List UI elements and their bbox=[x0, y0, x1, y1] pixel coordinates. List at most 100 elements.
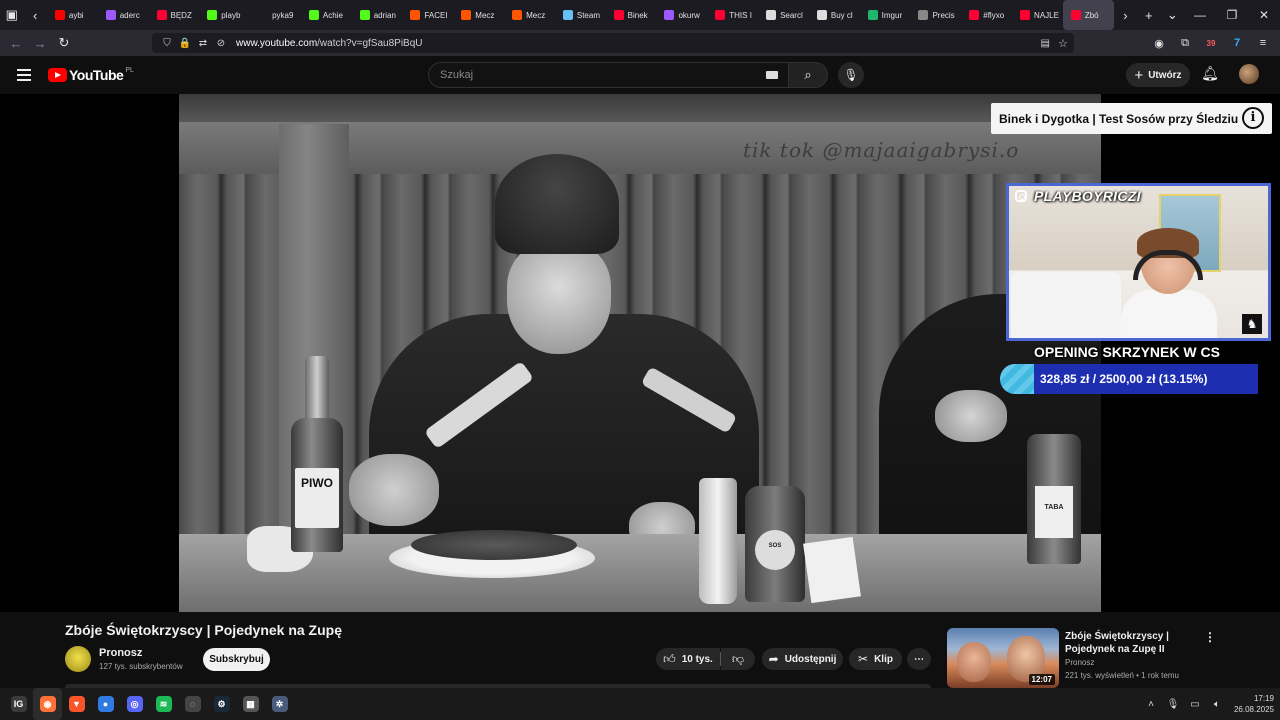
back-icon[interactable]: ← bbox=[4, 31, 28, 55]
minimize-icon[interactable]: — bbox=[1184, 0, 1216, 30]
url-bar[interactable]: ⛉ 🔒 ⇄ ⊘ www.youtube.com/watch?v=gfSau8Pi… bbox=[152, 33, 1074, 53]
tray-volume-icon[interactable]: 🔈︎ bbox=[1206, 699, 1228, 710]
video-meta: Zbóje Świętokrzyscy | Pojedynek na Zupę … bbox=[0, 612, 1280, 688]
video-player[interactable]: tik tok @majaaigabrysi.o PIWO SOS TABA B… bbox=[0, 94, 1280, 612]
browser-tab[interactable]: Zbó bbox=[1062, 0, 1114, 30]
keyboard-icon[interactable] bbox=[766, 71, 778, 79]
tab-label: aderc bbox=[119, 10, 140, 20]
clip-button[interactable]: ✂ Klip bbox=[849, 648, 902, 670]
browser-tab[interactable]: okurw bbox=[656, 0, 707, 30]
lock-icon[interactable]: 🔒 bbox=[176, 38, 194, 49]
tab-overflow-icon[interactable]: ⌄ bbox=[1161, 0, 1184, 30]
channel-name[interactable]: Pronosz bbox=[99, 647, 142, 659]
guide-menu-icon[interactable] bbox=[17, 69, 31, 81]
tb-brave-icon[interactable]: ▼ bbox=[62, 688, 91, 720]
browser-tab[interactable]: Mecz bbox=[453, 0, 504, 30]
browser-tab[interactable]: Steam bbox=[555, 0, 606, 30]
browser-tab[interactable]: Binek bbox=[606, 0, 657, 30]
search-box[interactable] bbox=[428, 62, 789, 88]
tb-steam-icon[interactable]: ⚙ bbox=[207, 688, 236, 720]
browser-tab[interactable]: aybi bbox=[47, 0, 98, 30]
youtube-logo[interactable]: YouTube PL bbox=[48, 67, 134, 83]
browser-tab[interactable]: Buy cl bbox=[809, 0, 860, 30]
share-button[interactable]: ➦ Udostępnij bbox=[762, 648, 843, 670]
tab-favicon-icon bbox=[918, 10, 929, 20]
browser-nav-bar: ← → ↻ ⛉ 🔒 ⇄ ⊘ www.youtube.com/watch?v=gf… bbox=[0, 30, 1280, 56]
tab-label: aybi bbox=[68, 10, 84, 20]
search-button[interactable]: ⌕ bbox=[788, 62, 828, 88]
browser-tab[interactable]: Imgur bbox=[860, 0, 911, 30]
plus-icon: + bbox=[1134, 66, 1144, 84]
info-card-title[interactable]: Binek i Dygotka | Test Sosów przy Śledzi… bbox=[999, 112, 1238, 126]
more-actions-button[interactable]: ⋯ bbox=[907, 648, 931, 670]
browser-tab[interactable]: FACEI bbox=[402, 0, 453, 30]
extension-7tv-icon[interactable]: 7 bbox=[1226, 37, 1248, 49]
tracking-off-icon[interactable]: ⊘ bbox=[212, 38, 230, 49]
browser-tab[interactable]: THIS I bbox=[707, 0, 758, 30]
shield-icon[interactable]: ⛉ bbox=[158, 38, 176, 49]
browser-tab[interactable]: Achie bbox=[301, 0, 352, 30]
tab-favicon-icon bbox=[715, 10, 726, 20]
extensions-icon[interactable]: ⧉ bbox=[1174, 37, 1196, 50]
tray-clock[interactable]: 17:19 26.08.2025 bbox=[1228, 693, 1280, 715]
browser-tab[interactable]: #flyxo bbox=[961, 0, 1012, 30]
info-card-teaser[interactable]: Binek i Dygotka | Test Sosów przy Śledzi… bbox=[991, 103, 1272, 134]
tab-list-icon[interactable]: ▣ bbox=[0, 0, 23, 30]
browser-tab[interactable]: Searcl bbox=[758, 0, 809, 30]
tab-favicon-icon bbox=[156, 10, 167, 20]
like-button[interactable]: 👍︎ 10 tys. bbox=[656, 648, 720, 670]
account-icon[interactable]: ◉ bbox=[1148, 37, 1170, 50]
tb-spotify-icon[interactable]: ≋ bbox=[149, 688, 178, 720]
user-avatar[interactable] bbox=[1239, 64, 1259, 84]
taskbar-apps: IG ◉ ▼ ● ◎ ≋ ◌ ⚙ ▦ ✲ bbox=[4, 688, 294, 720]
tb-firefox-icon[interactable]: ◉ bbox=[33, 688, 62, 720]
subscribe-button[interactable]: Subskrybuj bbox=[203, 648, 270, 671]
create-button[interactable]: + Utwórz bbox=[1126, 63, 1190, 87]
tray-network-icon[interactable]: ▭ bbox=[1184, 699, 1206, 710]
channel-avatar[interactable] bbox=[65, 646, 91, 672]
tab-label: playb bbox=[221, 10, 241, 20]
reload-icon[interactable]: ↻ bbox=[52, 31, 76, 55]
share-label: Udostępnij bbox=[784, 653, 837, 665]
browser-tab[interactable]: BĘDZ bbox=[149, 0, 200, 30]
dislike-button[interactable]: 👎︎ bbox=[721, 648, 755, 670]
tb-discord-icon[interactable]: ◎ bbox=[120, 688, 149, 720]
extension-badge-icon[interactable]: 39 bbox=[1200, 39, 1222, 48]
browser-tab[interactable]: adrian bbox=[352, 0, 403, 30]
search-input[interactable] bbox=[440, 69, 740, 81]
recommended-thumbnail[interactable]: 12:07 bbox=[947, 628, 1059, 688]
browser-tab[interactable]: NAJLE bbox=[1012, 0, 1063, 30]
tabs-scroll-right-icon[interactable]: › bbox=[1114, 0, 1137, 30]
forward-icon[interactable]: → bbox=[28, 31, 52, 55]
close-window-icon[interactable]: ✕ bbox=[1248, 0, 1280, 30]
restore-icon[interactable]: ❐ bbox=[1216, 0, 1248, 30]
browser-tab[interactable]: pyka9 bbox=[250, 0, 301, 30]
url-text[interactable]: www.youtube.com/watch?v=gfSau8PiBqU bbox=[236, 38, 423, 49]
browser-tab[interactable]: aderc bbox=[98, 0, 149, 30]
voice-search-button[interactable]: 🎙 bbox=[838, 62, 864, 88]
tb-app-logo-icon[interactable]: IG bbox=[4, 688, 33, 720]
reader-view-icon[interactable]: ▤ bbox=[1041, 38, 1050, 49]
recommended-more-icon[interactable]: ⋮ bbox=[1204, 630, 1216, 644]
recommended-title[interactable]: Zbóje Świętokrzyscy | Pojedynek na Zupę … bbox=[1065, 630, 1195, 656]
browser-tab[interactable]: Mecz bbox=[504, 0, 555, 30]
tb-settings-icon[interactable]: ✲ bbox=[265, 688, 294, 720]
tab-favicon-icon bbox=[54, 10, 65, 20]
recommended-channel[interactable]: Pronosz bbox=[1065, 658, 1094, 667]
bookmark-star-icon[interactable]: ☆ bbox=[1058, 37, 1068, 50]
instagram-icon bbox=[1015, 190, 1027, 202]
new-tab-icon[interactable]: + bbox=[1137, 0, 1160, 30]
notifications-bell-icon[interactable]: 🔔︎ bbox=[1200, 65, 1220, 85]
browser-tab[interactable]: Precis bbox=[910, 0, 961, 30]
tb-app-ring-icon[interactable]: ◌ bbox=[178, 688, 207, 720]
tray-mic-icon[interactable]: 🎙 bbox=[1162, 699, 1184, 710]
tray-expand-icon[interactable]: ˄ bbox=[1140, 699, 1162, 710]
info-icon[interactable]: i bbox=[1242, 107, 1264, 129]
video-frame[interactable]: tik tok @majaaigabrysi.o PIWO SOS TABA bbox=[179, 94, 1101, 612]
menu-icon[interactable]: ≡ bbox=[1252, 37, 1274, 49]
tb-calc-icon[interactable]: ▦ bbox=[236, 688, 265, 720]
permissions-icon[interactable]: ⇄ bbox=[194, 38, 212, 49]
tabs-scroll-left-icon[interactable]: ‹ bbox=[23, 0, 46, 30]
tb-app-blue-icon[interactable]: ● bbox=[91, 688, 120, 720]
browser-tab[interactable]: playb bbox=[199, 0, 250, 30]
